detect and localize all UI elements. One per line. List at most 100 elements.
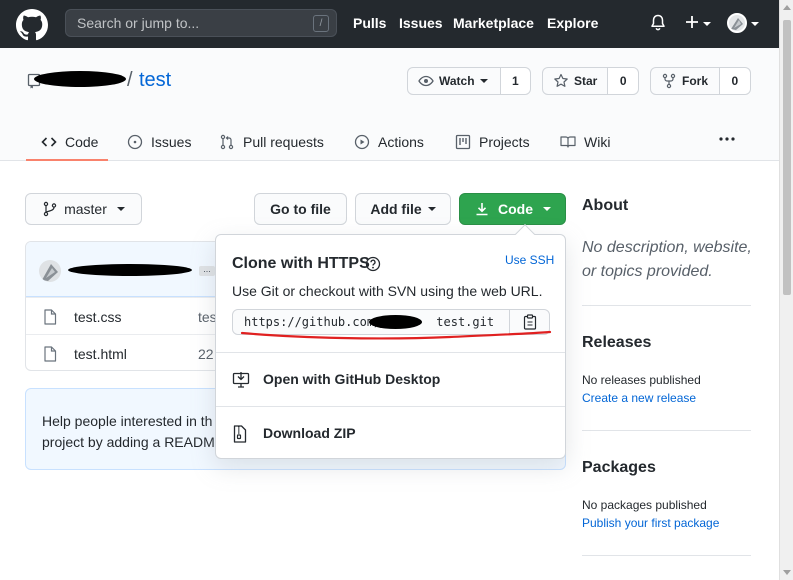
- fork-button[interactable]: Fork 0: [650, 67, 751, 95]
- repo-tabs: Code Issues Pull requests Actions Projec…: [0, 123, 779, 161]
- star-count[interactable]: 0: [608, 68, 638, 94]
- tab-wiki[interactable]: Wiki: [560, 123, 610, 161]
- repo-path-separator: /: [127, 69, 133, 91]
- git-branch-icon: [43, 201, 57, 217]
- file-name-link[interactable]: test.css: [74, 309, 121, 325]
- nav-pulls[interactable]: Pulls: [353, 15, 386, 31]
- tab-issues-label: Issues: [151, 134, 192, 150]
- redacted-commit-scribble: [68, 264, 192, 276]
- sidebar-divider: [582, 305, 751, 306]
- add-file-caret-icon: [427, 207, 436, 211]
- watch-label: Watch: [439, 74, 475, 88]
- star-label: Star: [574, 74, 598, 88]
- create-release-link[interactable]: Create a new release: [582, 391, 696, 405]
- open-desktop-label: Open with GitHub Desktop: [263, 371, 441, 387]
- search-shortcut-badge: /: [313, 15, 329, 32]
- commit-expand-ellipsis[interactable]: ...: [199, 265, 215, 276]
- tab-issues[interactable]: Issues: [127, 123, 191, 161]
- user-menu-caret-icon[interactable]: [751, 22, 759, 26]
- use-ssh-link[interactable]: Use SSH: [505, 253, 554, 267]
- scroll-up-arrow-icon[interactable]: [783, 5, 791, 10]
- book-icon: [560, 136, 576, 148]
- user-avatar[interactable]: [727, 13, 747, 33]
- repo-header: / test Watch 1 Star 0 Fork 0 Code Issues: [0, 48, 779, 161]
- code-brackets-icon: [41, 137, 57, 147]
- eye-icon: [418, 75, 434, 87]
- tab-pull-requests-label: Pull requests: [243, 134, 324, 150]
- download-zip-item[interactable]: Download ZIP: [216, 406, 565, 460]
- clone-title: Clone with HTTPS: [232, 255, 370, 272]
- clone-url-suffix: test.git: [436, 315, 495, 329]
- github-logo-icon[interactable]: [16, 9, 48, 41]
- global-header: Search or jump to... / Pulls Issues Mark…: [0, 0, 779, 48]
- branch-caret-icon: [116, 207, 125, 211]
- tab-actions[interactable]: Actions: [354, 123, 424, 161]
- watch-button[interactable]: Watch 1: [407, 67, 531, 95]
- code-caret-icon: [543, 207, 551, 211]
- red-annotation-underline: [240, 330, 552, 340]
- file-commit-message[interactable]: 22: [198, 346, 214, 362]
- tab-projects[interactable]: Projects: [455, 123, 530, 161]
- code-button-label: Code: [498, 201, 533, 217]
- star-icon: [554, 73, 568, 87]
- branch-select-button[interactable]: master: [25, 193, 142, 225]
- go-to-file-button[interactable]: Go to file: [254, 193, 347, 225]
- notifications-bell-icon[interactable]: [650, 14, 666, 32]
- redacted-url-scribble: [369, 315, 422, 329]
- readme-prompt-line-2: project by adding a READM: [42, 434, 215, 450]
- fork-count[interactable]: 0: [719, 68, 750, 94]
- search-input[interactable]: Search or jump to... /: [65, 9, 337, 37]
- fork-label: Fork: [682, 74, 709, 88]
- tab-code-label: Code: [65, 134, 99, 150]
- code-download-button[interactable]: Code: [459, 193, 566, 225]
- search-placeholder: Search or jump to...: [77, 15, 200, 31]
- packages-empty-text: No packages published: [582, 498, 707, 512]
- repo-name-link[interactable]: test: [139, 69, 171, 92]
- file-icon: [43, 309, 57, 325]
- more-kebab-icon[interactable]: [718, 136, 736, 142]
- tab-code[interactable]: Code: [41, 123, 98, 161]
- file-commit-message[interactable]: tes: [198, 309, 217, 325]
- clone-url-prefix: https://github.com/: [244, 315, 382, 329]
- clipboard-icon: [523, 314, 536, 330]
- tab-pull-requests[interactable]: Pull requests: [219, 123, 324, 161]
- selected-tab-underline: [26, 159, 108, 161]
- tab-actions-label: Actions: [378, 134, 424, 150]
- watch-caret-icon: [479, 79, 488, 83]
- file-zip-icon: [232, 425, 248, 443]
- packages-heading[interactable]: Packages: [582, 459, 656, 477]
- sidebar-divider: [582, 555, 751, 556]
- dropdown-caret-arrow: [515, 224, 535, 244]
- scrollbar-thumb[interactable]: [783, 20, 791, 295]
- scroll-down-arrow-icon[interactable]: [783, 570, 791, 575]
- clone-description: Use Git or checkout with SVN using the w…: [232, 283, 543, 299]
- desktop-download-icon: [232, 371, 250, 389]
- tab-projects-label: Projects: [479, 134, 530, 150]
- releases-heading[interactable]: Releases: [582, 334, 651, 352]
- tab-wiki-label: Wiki: [584, 134, 611, 150]
- create-menu-caret-icon[interactable]: [703, 22, 711, 26]
- create-new-plus-icon[interactable]: [684, 14, 700, 30]
- about-description: No description, website, or topics provi…: [582, 239, 752, 280]
- file-icon: [43, 346, 57, 362]
- download-icon: [476, 203, 488, 216]
- question-help-icon[interactable]: [365, 256, 381, 272]
- watch-count[interactable]: 1: [500, 68, 530, 94]
- issue-opened-icon: [127, 134, 143, 150]
- commit-author-avatar[interactable]: [39, 260, 61, 282]
- about-heading: About: [582, 197, 629, 214]
- nav-issues[interactable]: Issues: [399, 15, 443, 31]
- play-circle-icon: [354, 134, 370, 150]
- nav-marketplace[interactable]: Marketplace: [453, 15, 534, 31]
- nav-explore[interactable]: Explore: [547, 15, 598, 31]
- redacted-owner-scribble: [34, 71, 126, 87]
- open-github-desktop-item[interactable]: Open with GitHub Desktop: [216, 352, 565, 406]
- publish-package-link[interactable]: Publish your first package: [582, 516, 719, 530]
- star-button[interactable]: Star 0: [542, 67, 639, 95]
- file-name-link[interactable]: test.html: [74, 346, 127, 362]
- clone-dropdown: Clone with HTTPS Use SSH Use Git or chec…: [215, 224, 566, 460]
- page-scrollbar[interactable]: [779, 0, 793, 580]
- pull-request-icon: [220, 134, 234, 150]
- add-file-button[interactable]: Add file: [355, 193, 451, 225]
- project-board-icon: [455, 134, 471, 150]
